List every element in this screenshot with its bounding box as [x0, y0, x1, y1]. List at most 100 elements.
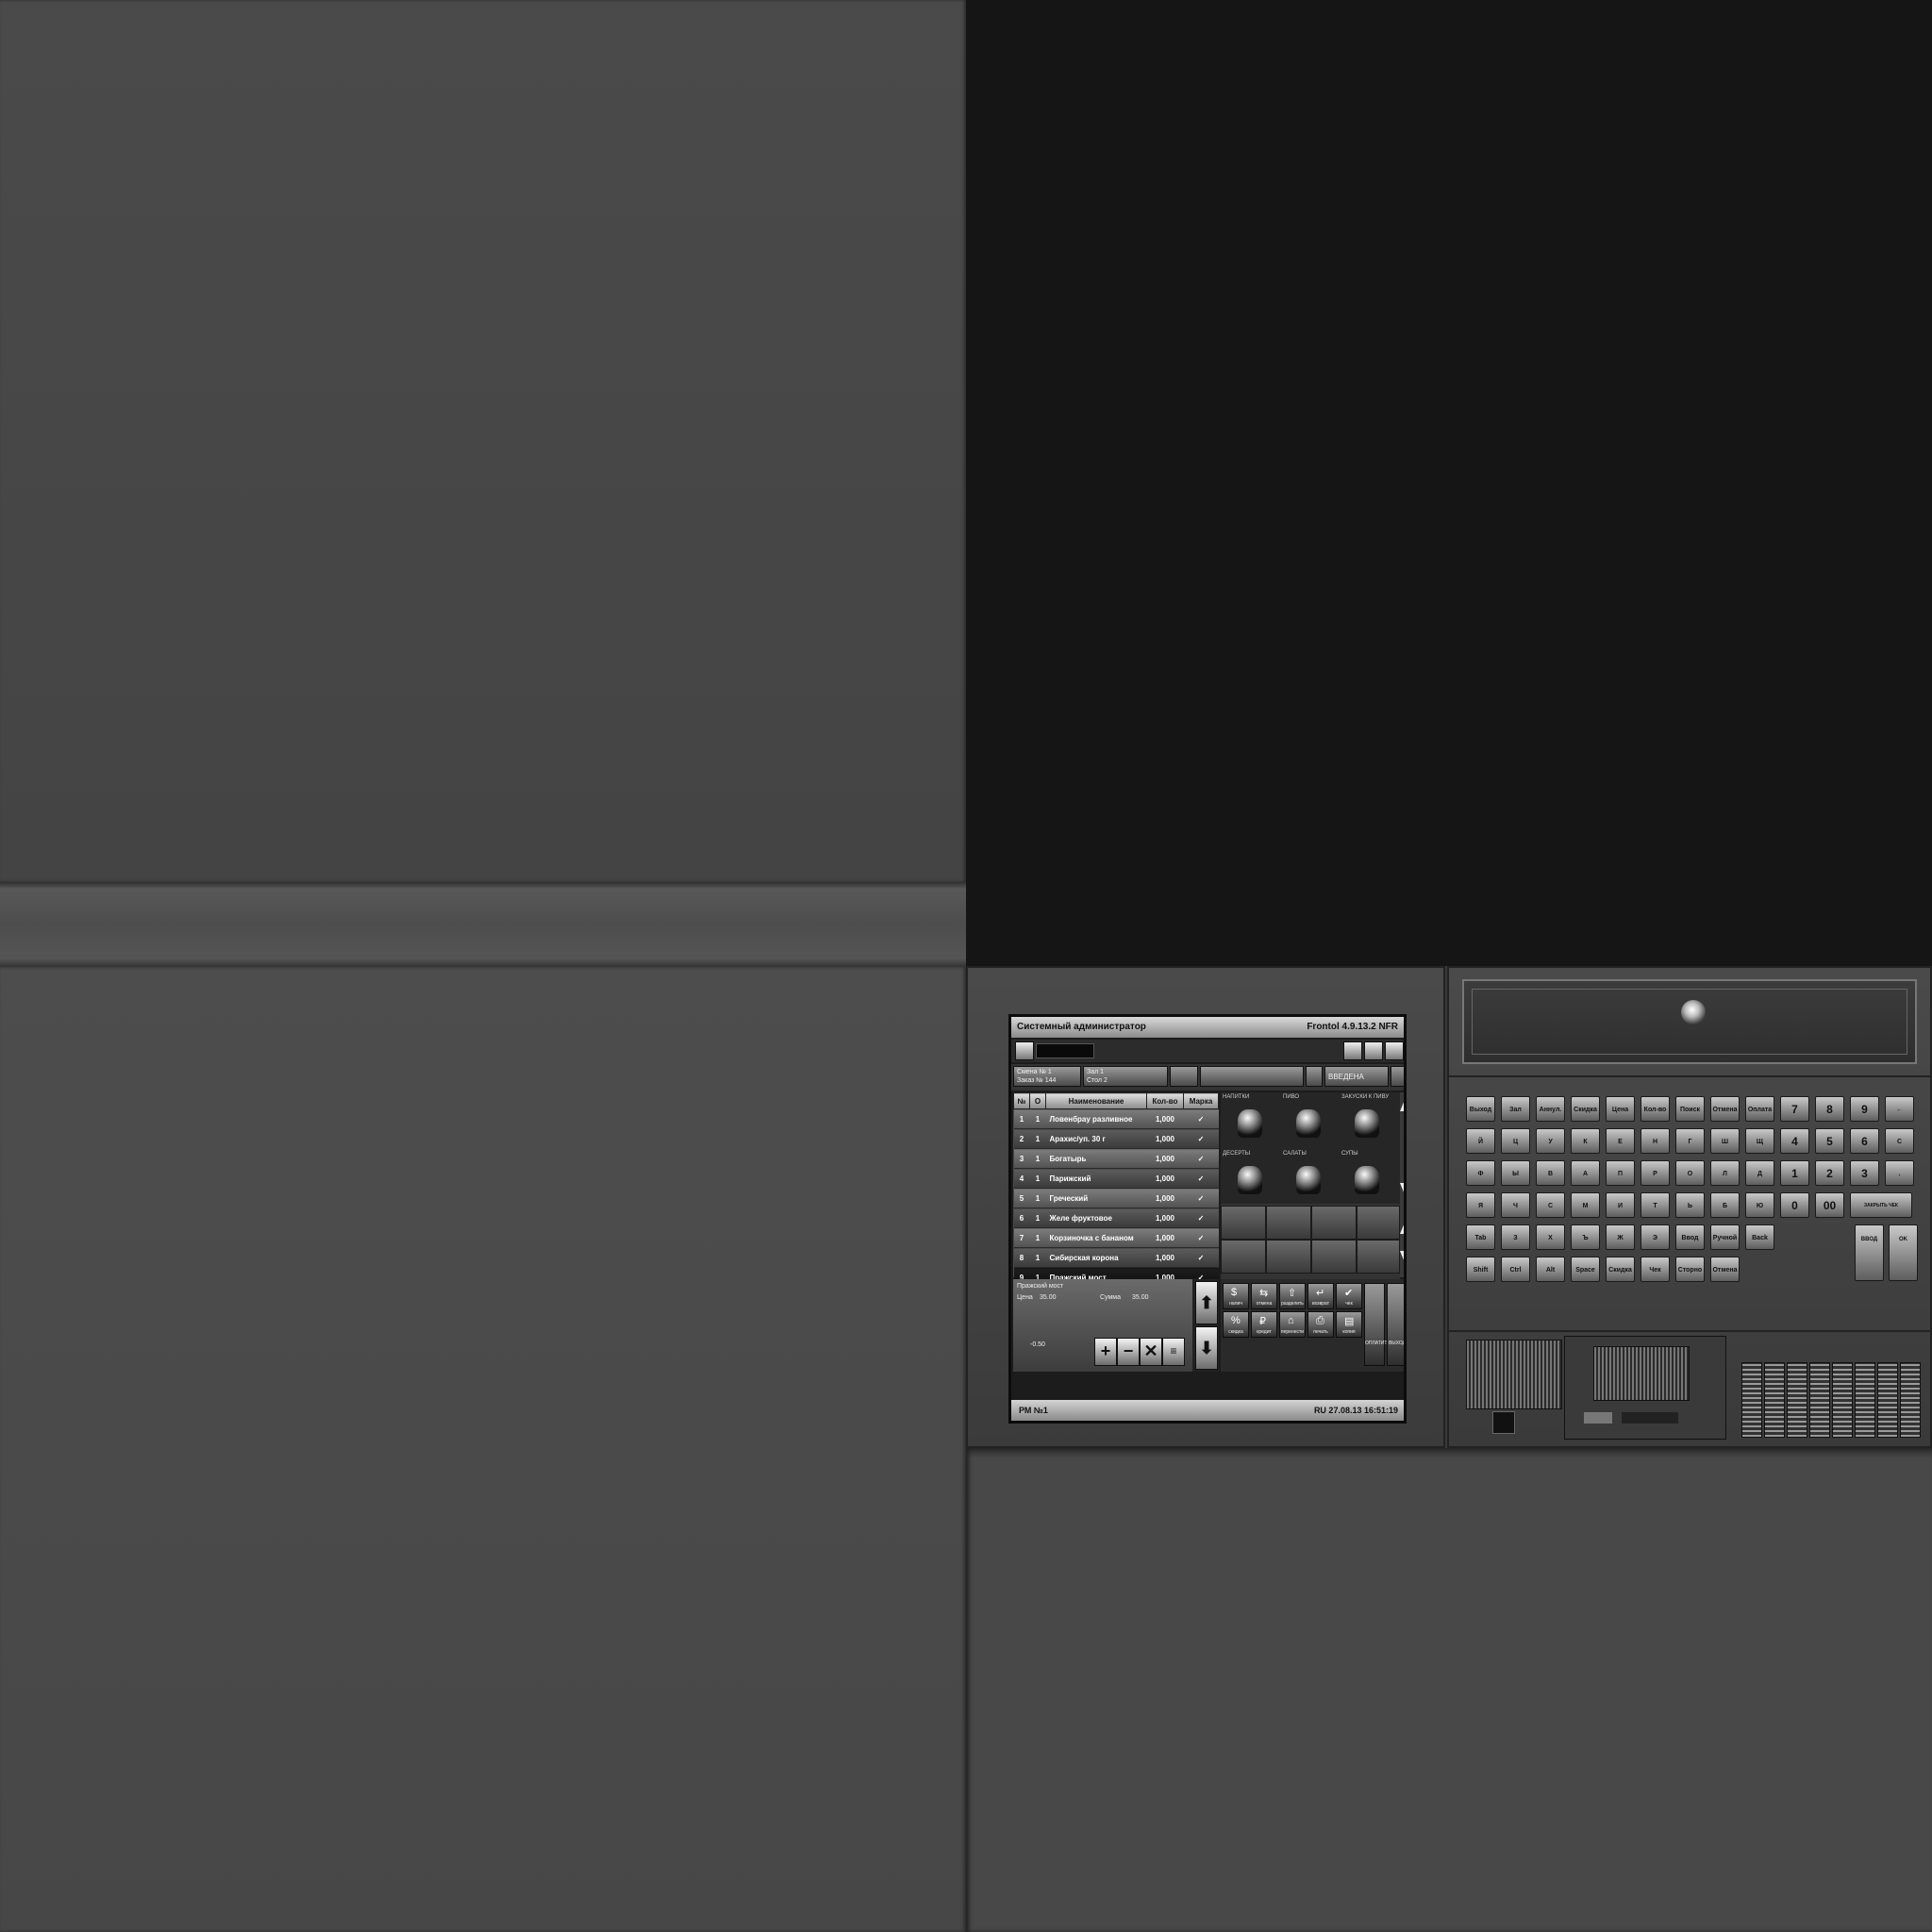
product-cell[interactable] — [1357, 1240, 1400, 1274]
function-button[interactable]: ✔ чек — [1336, 1283, 1362, 1309]
key-button[interactable]: Скидка — [1606, 1257, 1635, 1282]
key-button[interactable]: У — [1536, 1128, 1565, 1154]
key-button[interactable]: 4 — [1780, 1128, 1809, 1154]
key-button[interactable]: Ц — [1501, 1128, 1530, 1154]
key-button[interactable]: Сторно — [1675, 1257, 1705, 1282]
menu-tile-snacks[interactable] — [1347, 1104, 1387, 1143]
lock-icon[interactable] — [1385, 1041, 1404, 1060]
receipt-row[interactable]: 6 1 Желе фруктовое 1,000 ✓ — [1013, 1208, 1219, 1228]
key-button[interactable]: Поиск — [1675, 1096, 1705, 1122]
key-button[interactable]: Кол-во — [1641, 1096, 1670, 1122]
page-up-icon[interactable] — [1400, 1223, 1404, 1234]
key-button[interactable]: Х — [1536, 1224, 1565, 1250]
key-button[interactable]: Отмена — [1710, 1096, 1740, 1122]
key-button[interactable]: Чек — [1641, 1257, 1670, 1282]
key-button[interactable]: 1 — [1780, 1160, 1809, 1186]
function-button[interactable]: ▤ копия — [1336, 1311, 1362, 1338]
exit-button[interactable]: ВЫХОД — [1387, 1283, 1404, 1366]
key-button[interactable]: М — [1571, 1192, 1600, 1218]
menu-button[interactable]: ≡ — [1162, 1338, 1185, 1366]
key-button[interactable]: Ь — [1675, 1192, 1705, 1218]
key-button[interactable]: Г — [1675, 1128, 1705, 1154]
key-button[interactable]: З — [1501, 1224, 1530, 1250]
product-cell[interactable] — [1357, 1206, 1400, 1240]
key-button[interactable]: Цена — [1606, 1096, 1635, 1122]
key-button[interactable]: Аннул. — [1536, 1096, 1565, 1122]
key-button[interactable]: Ctrl — [1501, 1257, 1530, 1282]
key-button[interactable]: Зал — [1501, 1096, 1530, 1122]
key-button[interactable]: И — [1606, 1192, 1635, 1218]
key-button[interactable]: Оплата — [1745, 1096, 1774, 1122]
key-button[interactable]: Л — [1710, 1160, 1740, 1186]
key-button[interactable]: 9 — [1850, 1096, 1879, 1122]
key-button[interactable]: Ы — [1501, 1160, 1530, 1186]
menu-tile-drinks[interactable] — [1230, 1104, 1270, 1143]
menu-tile-beer[interactable] — [1289, 1104, 1328, 1143]
menu-tile-desserts[interactable] — [1230, 1160, 1270, 1200]
key-button[interactable]: Е — [1606, 1128, 1635, 1154]
product-cell[interactable] — [1311, 1206, 1357, 1240]
page-down-icon[interactable] — [1400, 1251, 1404, 1262]
scroll-down-icon[interactable] — [1400, 1183, 1404, 1194]
arrow-up-button[interactable]: ⬆ — [1195, 1281, 1218, 1324]
key-button[interactable]: С — [1536, 1192, 1565, 1218]
key-button[interactable]: Alt — [1536, 1257, 1565, 1282]
key-button[interactable]: Shift — [1466, 1257, 1495, 1282]
key-button[interactable]: К — [1571, 1128, 1600, 1154]
receipt-row[interactable]: 3 1 Богатырь 1,000 ✓ — [1013, 1148, 1219, 1169]
enter-key[interactable]: ВВОД — [1855, 1224, 1884, 1281]
key-button[interactable]: Р — [1641, 1160, 1670, 1186]
minus-button[interactable]: − — [1117, 1338, 1140, 1366]
key-button[interactable]: Й — [1466, 1128, 1495, 1154]
key-button[interactable]: Э — [1641, 1224, 1670, 1250]
key-button[interactable]: П — [1606, 1160, 1635, 1186]
function-button[interactable]: ⇆ отмена — [1251, 1283, 1277, 1309]
function-button[interactable]: ↵ возврат — [1307, 1283, 1334, 1309]
key-button[interactable]: 7 — [1780, 1096, 1809, 1122]
key-button[interactable]: Скидка — [1571, 1096, 1600, 1122]
key-button[interactable]: Б — [1710, 1192, 1740, 1218]
function-button[interactable]: $ налич — [1223, 1283, 1249, 1309]
key-button[interactable]: Н — [1641, 1128, 1670, 1154]
key-lock-icon[interactable] — [1681, 1000, 1706, 1024]
menu-icon[interactable] — [1015, 1041, 1034, 1060]
menu-tile-soups[interactable] — [1347, 1160, 1387, 1200]
key-button[interactable]: 00 — [1815, 1192, 1844, 1218]
scroll-up-icon[interactable] — [1400, 1100, 1404, 1111]
key-button[interactable]: 6 — [1850, 1128, 1879, 1154]
receipt-row[interactable]: 1 1 Ловенбрау разливное 1,000 ✓ — [1013, 1108, 1219, 1129]
key-button[interactable]: Ввод — [1675, 1224, 1705, 1250]
key-button[interactable]: О — [1675, 1160, 1705, 1186]
key-button[interactable]: А — [1571, 1160, 1600, 1186]
key-button[interactable]: . — [1885, 1160, 1914, 1186]
receipt-row[interactable]: 4 1 Парижский 1,000 ✓ — [1013, 1168, 1219, 1189]
key-button[interactable]: Ъ — [1571, 1224, 1600, 1250]
print-icon[interactable] — [1343, 1041, 1362, 1060]
product-cell[interactable] — [1311, 1240, 1357, 1274]
key-button[interactable]: С — [1885, 1128, 1914, 1154]
key-button[interactable]: 0 — [1780, 1192, 1809, 1218]
plus-button[interactable]: + — [1094, 1338, 1117, 1366]
receipt-row[interactable]: 5 1 Греческий 1,000 ✓ — [1013, 1188, 1219, 1208]
receipt-row[interactable]: 7 1 Корзиночка с бананом 1,000 ✓ — [1013, 1227, 1219, 1248]
function-button[interactable]: % скидка — [1223, 1311, 1249, 1338]
delete-button[interactable]: ✕ — [1140, 1338, 1162, 1366]
product-cell[interactable] — [1221, 1206, 1266, 1240]
customer-field[interactable] — [1200, 1066, 1304, 1087]
product-cell[interactable] — [1266, 1240, 1311, 1274]
product-cell[interactable] — [1221, 1240, 1266, 1274]
key-button[interactable]: Д — [1745, 1160, 1774, 1186]
ok-key[interactable]: OK — [1889, 1224, 1918, 1281]
pay-button[interactable]: ОПЛАТИТЬ — [1364, 1283, 1391, 1366]
function-button[interactable]: ⇧ разделить — [1279, 1283, 1306, 1309]
guests-button[interactable] — [1170, 1066, 1198, 1087]
key-button[interactable]: 3 — [1850, 1160, 1879, 1186]
key-button[interactable]: Ф — [1466, 1160, 1495, 1186]
receipt-row[interactable]: 8 1 Сибирская корона 1,000 ✓ — [1013, 1247, 1219, 1268]
key-button[interactable]: Ш — [1710, 1128, 1740, 1154]
key-button[interactable]: Tab — [1466, 1224, 1495, 1250]
key-button[interactable]: 5 — [1815, 1128, 1844, 1154]
key-button[interactable]: Выход — [1466, 1096, 1495, 1122]
key-button[interactable]: Space — [1571, 1257, 1600, 1282]
arrow-down-button[interactable]: ⬇ — [1195, 1326, 1218, 1370]
